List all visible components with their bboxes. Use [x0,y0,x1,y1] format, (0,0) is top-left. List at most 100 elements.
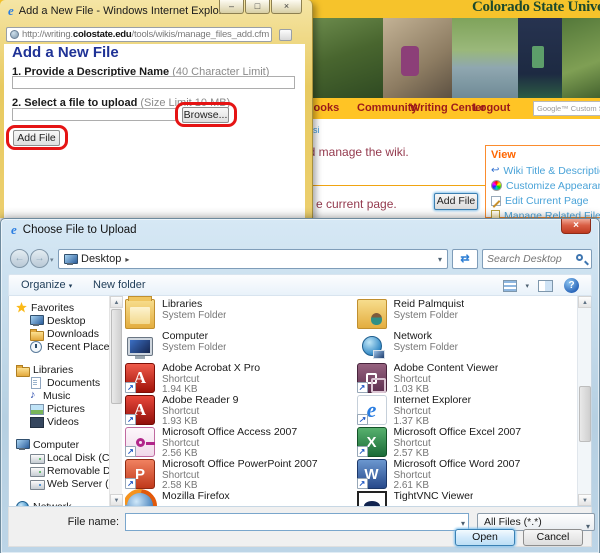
sidebar-group-network[interactable]: Network [9,500,109,506]
file-item-tightvnc[interactable]: ↗ TightVNC Viewer [356,491,577,506]
organize-caret-icon: ▾ [68,283,73,290]
link-wiki-title-description[interactable]: ↩ Wiki Title & Description [491,163,600,178]
nav-community[interactable]: Community [357,98,418,119]
sidebar-group-libraries[interactable]: Libraries [9,363,109,377]
color-wheel-icon [491,180,502,191]
document-icon [30,377,43,389]
dialog-close-button[interactable]: × [561,219,591,234]
shortcut-arrow-icon: ↗ [356,382,368,393]
scroll-down-icon[interactable]: ▼ [110,494,123,506]
sidebar-item-documents[interactable]: Documents [9,376,109,389]
view-panel: View ↩ Wiki Title & Description Customiz… [485,145,600,222]
adobe-reader-icon: A ↗ [125,395,155,425]
shortcut-arrow-icon: ↗ [125,446,136,457]
minimize-button[interactable]: – [219,0,244,14]
csu-brand: Colorado State University [472,0,600,15]
scrollbar-thumb[interactable] [111,309,122,404]
sidebar-item-pictures[interactable]: Pictures [9,402,109,415]
views-icon[interactable] [503,280,517,292]
views-caret-icon[interactable]: ▾ [525,282,529,290]
file-list-scrollbar[interactable]: ▲ ▼ [577,296,591,506]
nav-logout[interactable]: Logout [473,98,510,119]
close-button[interactable]: × [271,0,302,14]
google-search-box[interactable]: Google™ Custom Sear [533,101,600,116]
ie-address-bar[interactable]: http://writing.colostate.edu/tools/wikis… [6,27,272,42]
file-name-label: File name: [67,516,119,528]
scrollbar-thumb[interactable] [579,386,591,442]
internet-explorer-icon: e ↗ [356,395,387,425]
network-globe-icon [16,501,29,506]
file-list: Libraries System Folder Reid Palmquist Sys… [125,296,576,506]
file-name-combo[interactable]: ▾ [125,513,469,531]
forward-button[interactable]: → [30,249,49,268]
cancel-button[interactable]: Cancel [523,529,583,546]
file-name-input[interactable] [129,515,449,529]
file-item-excel[interactable]: X ↗ Microsoft Office Excel 2007 Shortcut 2.… [356,427,577,459]
search-input[interactable] [487,251,573,267]
sidebar-item-videos[interactable]: Videos [9,415,109,428]
page-add-file-button[interactable]: Add File [434,193,478,210]
office-word-icon: W ↗ [356,459,387,489]
page-title: Add a New File [12,44,119,61]
history-caret-icon[interactable]: ▾ [50,256,54,264]
scroll-up-icon[interactable]: ▲ [110,296,123,308]
file-item-libraries[interactable]: Libraries System Folder [125,296,345,331]
sidebar-item-removable-disk[interactable]: Removable Disk ( [9,464,109,477]
file-item-firefox[interactable]: ↗ Mozilla Firefox [125,482,345,506]
organize-button[interactable]: Organize ▾ [21,275,72,295]
address-caret-icon[interactable]: ▾ [438,255,442,264]
sidebar-scrollbar[interactable]: ▲ ▼ [109,296,123,506]
sidebar-item-web-server[interactable]: Web Server (Z:) [9,477,109,490]
disk-drive-icon [30,452,45,464]
file-item-access[interactable]: ↗ Microsoft Office Access 2007 Shortcut 2.… [125,427,345,459]
compatibility-icon[interactable] [279,29,292,41]
file-item-computer[interactable]: Computer System Folder [125,331,345,363]
file-item-acrobat[interactable]: A ↗ Adobe Acrobat X Pro Shortcut 1.94 KB [125,363,345,395]
file-item-content-viewer[interactable]: ↗ Adobe Content Viewer Shortcut 1.03 KB [356,363,577,395]
file-item-powerpoint[interactable]: P ↗ Microsoft Office PowerPoint 2007 Short… [125,459,345,491]
breadcrumb-arrow-icon[interactable]: ▸ [125,255,129,264]
network-icon [357,331,387,361]
edit-pencil-icon [491,195,501,206]
user-folder-icon [356,299,387,329]
new-folder-button[interactable]: New folder [93,275,146,295]
descriptive-name-input[interactable] [12,76,295,89]
file-item-internet-explorer[interactable]: e ↗ Internet Explorer Shortcut 1.37 KB [356,395,577,427]
file-item-user-folder[interactable]: Reid Palmquist System Folder [356,299,577,331]
sidebar-item-music[interactable]: ♪ Music [9,389,109,402]
back-button[interactable]: ← [10,249,29,268]
link-edit-current-page[interactable]: Edit Current Page [491,193,599,208]
shortcut-arrow-icon: ↗ [356,414,368,425]
preview-pane-icon[interactable] [538,280,553,292]
scroll-down-icon[interactable]: ▼ [578,494,591,506]
refresh-button[interactable]: ⇄ [452,249,478,269]
file-path-input[interactable] [12,108,177,121]
file-item-network[interactable]: Network System Folder [357,331,577,363]
open-button[interactable]: Open [455,529,515,546]
file-item-word[interactable]: W ↗ Microsoft Office Word 2007 Shortcut 2.6… [356,459,577,491]
firefox-icon: ↗ [125,482,164,506]
search-box[interactable] [482,249,592,269]
help-icon[interactable]: ? [564,278,579,293]
sidebar-group-computer[interactable]: Computer [9,438,109,451]
shortcut-arrow-icon: ↗ [125,414,136,425]
page-fragment: si [313,125,320,135]
sidebar-item-recent-places[interactable]: Recent Places [9,340,109,353]
sidebar-item-local-disk[interactable]: Local Disk (C:) [9,451,109,464]
scroll-up-icon[interactable]: ▲ [578,296,591,308]
divider [298,185,491,186]
breadcrumb-location[interactable]: Desktop [81,253,121,265]
address-breadcrumb[interactable]: Desktop ▸ ▾ [58,249,448,269]
manage-wiki-text: nd manage the wiki. [302,145,409,159]
add-file-annotation-circle [6,125,68,150]
star-icon [16,302,27,313]
sidebar-item-desktop[interactable]: Desktop [9,314,109,327]
file-item-reader[interactable]: A ↗ Adobe Reader 9 Shortcut 1.93 KB [125,395,345,427]
file-name-caret-icon[interactable]: ▾ [461,519,465,528]
sidebar-group-favorites[interactable]: Favorites [9,301,109,314]
dialog-title-text: Choose File to Upload [22,223,137,236]
sidebar-item-downloads[interactable]: Downloads [9,327,109,341]
maximize-button[interactable]: □ [245,0,270,14]
link-label: Customize Appearance [506,179,600,192]
link-customize-appearance[interactable]: Customize Appearance [491,178,600,193]
